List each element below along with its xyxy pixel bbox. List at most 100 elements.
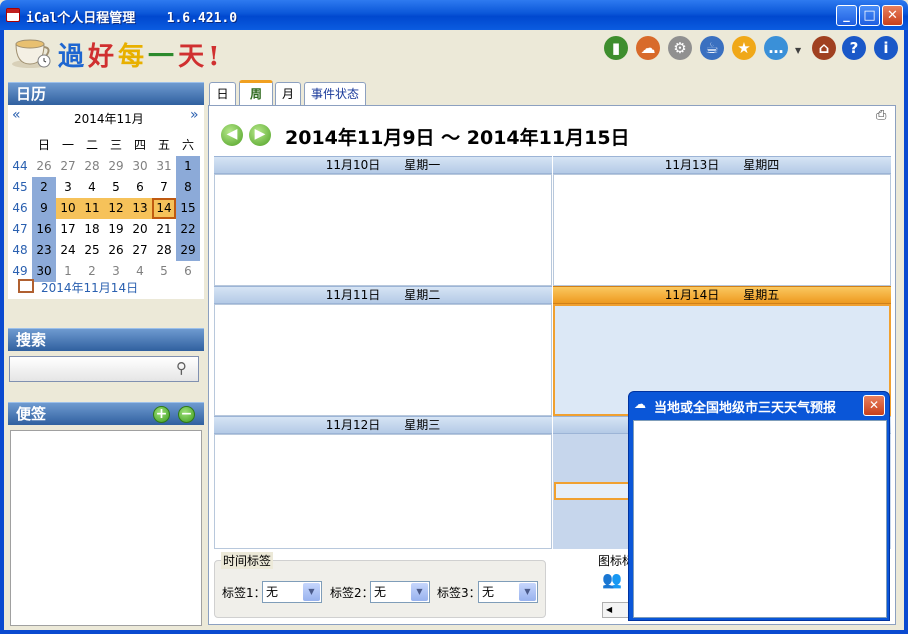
weather-popup[interactable]: ☁ 当地或全国地级市三天天气预报 ✕ <box>628 391 890 621</box>
calendar-day[interactable]: 17 <box>56 219 80 240</box>
calendar-day[interactable]: 1 <box>176 156 200 177</box>
week-number[interactable]: 47 <box>8 219 32 240</box>
chat-icon[interactable]: … <box>764 36 788 60</box>
weekday-label: 三 <box>109 138 122 152</box>
calendar-day[interactable]: 20 <box>128 219 152 240</box>
calendar-day[interactable]: 21 <box>152 219 176 240</box>
calendar-day[interactable]: 31 <box>152 156 176 177</box>
week-number[interactable]: 44 <box>8 156 32 177</box>
calendar-day[interactable]: 18 <box>80 219 104 240</box>
tag2-label: 标签2： <box>330 586 374 600</box>
day-header-tue[interactable]: 11月11日 星期二 <box>214 286 552 304</box>
calendar-day[interactable]: 6 <box>128 177 152 198</box>
teapot-icon[interactable]: ☕ <box>700 36 724 60</box>
notes-panel-header[interactable]: 便签 <box>8 402 204 425</box>
week-number[interactable]: 48 <box>8 240 32 261</box>
close-button[interactable]: ✕ <box>882 5 903 26</box>
next-week-button[interactable]: ▶ <box>249 124 271 146</box>
day-cell-thu[interactable] <box>553 174 891 286</box>
calendar-day[interactable]: 22 <box>176 219 200 240</box>
calendar-day[interactable]: 26 <box>104 240 128 261</box>
scroll-left-button[interactable]: ◀ <box>602 602 630 618</box>
calendar-day[interactable]: 9 <box>32 198 56 219</box>
chevron-down-icon[interactable]: ▼ <box>519 583 536 601</box>
calendar-day[interactable]: 10 <box>56 198 80 219</box>
star-icon[interactable]: ★ <box>732 36 756 60</box>
book-icon[interactable]: ▮ <box>604 36 628 60</box>
prev-month-button[interactable]: « <box>12 107 21 123</box>
chevron-down-icon[interactable]: ▼ <box>411 583 428 601</box>
calendar-day[interactable]: 19 <box>104 219 128 240</box>
search-panel-header[interactable]: 搜索 <box>8 328 204 351</box>
title-bar[interactable]: iCal个人日程管理 1.6.421.0 _ □ ✕ <box>0 0 908 30</box>
remove-note-button[interactable]: − <box>178 406 195 423</box>
calendar-day[interactable]: 27 <box>128 240 152 261</box>
search-icon[interactable]: ⚲ <box>176 359 187 377</box>
time-tags-title: 时间标签 <box>221 552 274 569</box>
day-cell-mon[interactable] <box>214 174 552 286</box>
calendar-day[interactable]: 2 <box>32 177 56 198</box>
calendar-day[interactable]: 24 <box>56 240 80 261</box>
next-month-button[interactable]: » <box>190 107 199 123</box>
notes-textarea[interactable] <box>10 430 202 626</box>
calendar-day[interactable]: 26 <box>32 156 56 177</box>
day-header-thu[interactable]: 11月13日 星期四 <box>553 156 891 174</box>
maximize-button[interactable]: □ <box>859 5 880 26</box>
day-header-fri[interactable]: 11月14日 星期五 <box>553 286 891 304</box>
day-date: 11月11日 <box>325 288 381 302</box>
calendar-day[interactable]: 29 <box>176 240 200 261</box>
today-row[interactable]: 2014年11月14日 <box>16 277 202 296</box>
calendar-day[interactable]: 25 <box>80 240 104 261</box>
calendar-day[interactable]: 14 <box>152 198 176 219</box>
calendar-day[interactable]: 13 <box>128 198 152 219</box>
day-cell-tue[interactable] <box>214 304 552 416</box>
search-input[interactable]: ⚲ <box>9 356 199 382</box>
add-note-button[interactable]: + <box>153 406 170 423</box>
calendar-day[interactable]: 5 <box>104 177 128 198</box>
tab-month[interactable]: 月 <box>275 82 301 106</box>
minimize-button[interactable]: _ <box>836 5 857 26</box>
calendar-week-row: 44 26 27 28 29 30 31 1 <box>8 156 200 177</box>
calendar-day[interactable]: 16 <box>32 219 56 240</box>
gear-icon[interactable]: ⚙ <box>668 36 692 60</box>
day-header-mon[interactable]: 11月10日 星期一 <box>214 156 552 174</box>
tag3-select[interactable]: 无 ▼ <box>478 581 538 603</box>
calendar-day[interactable]: 23 <box>32 240 56 261</box>
weather-icon[interactable]: ☁ <box>636 36 660 60</box>
chevron-down-icon[interactable]: ▼ <box>303 583 320 601</box>
day-header-wed[interactable]: 11月12日 星期三 <box>214 416 552 434</box>
calendar-day[interactable]: 15 <box>176 198 200 219</box>
calendar-day[interactable]: 29 <box>104 156 128 177</box>
people-icon[interactable]: 👥 <box>602 570 624 594</box>
calendar-day[interactable]: 11 <box>80 198 104 219</box>
calendar-day[interactable]: 7 <box>152 177 176 198</box>
today-link[interactable]: 2014年11月14日 <box>41 279 138 296</box>
tag2-select[interactable]: 无 ▼ <box>370 581 430 603</box>
day-weekday: 星期三 <box>404 418 441 432</box>
day-date: 11月14日 <box>664 288 720 302</box>
weather-close-button[interactable]: ✕ <box>863 395 885 416</box>
calendar-day[interactable]: 28 <box>80 156 104 177</box>
calendar-day[interactable]: 30 <box>128 156 152 177</box>
week-number[interactable]: 45 <box>8 177 32 198</box>
week-number[interactable]: 46 <box>8 198 32 219</box>
calendar-day[interactable]: 28 <box>152 240 176 261</box>
printer-icon[interactable]: ⎙ <box>876 108 886 123</box>
calendar-day[interactable]: 4 <box>80 177 104 198</box>
home-icon[interactable]: ⌂ <box>812 36 836 60</box>
calendar-day[interactable]: 3 <box>56 177 80 198</box>
calendar-day[interactable]: 8 <box>176 177 200 198</box>
calendar-panel-header[interactable]: 日历 <box>8 82 204 105</box>
calendar-day[interactable]: 12 <box>104 198 128 219</box>
calendar-day[interactable]: 27 <box>56 156 80 177</box>
weather-popup-title: 当地或全国地级市三天天气预报 <box>654 401 837 416</box>
chat-dropdown-arrow-icon[interactable]: ▼ <box>795 46 801 55</box>
tab-week[interactable]: 周 <box>239 80 273 107</box>
tag1-select[interactable]: 无 ▼ <box>262 581 322 603</box>
tab-event-status[interactable]: 事件状态 <box>304 82 366 106</box>
day-cell-wed[interactable] <box>214 434 552 549</box>
help-icon[interactable]: ? <box>842 36 866 60</box>
prev-week-button[interactable]: ◀ <box>221 124 243 146</box>
tab-day[interactable]: 日 <box>209 82 236 106</box>
info-icon[interactable]: i <box>874 36 898 60</box>
